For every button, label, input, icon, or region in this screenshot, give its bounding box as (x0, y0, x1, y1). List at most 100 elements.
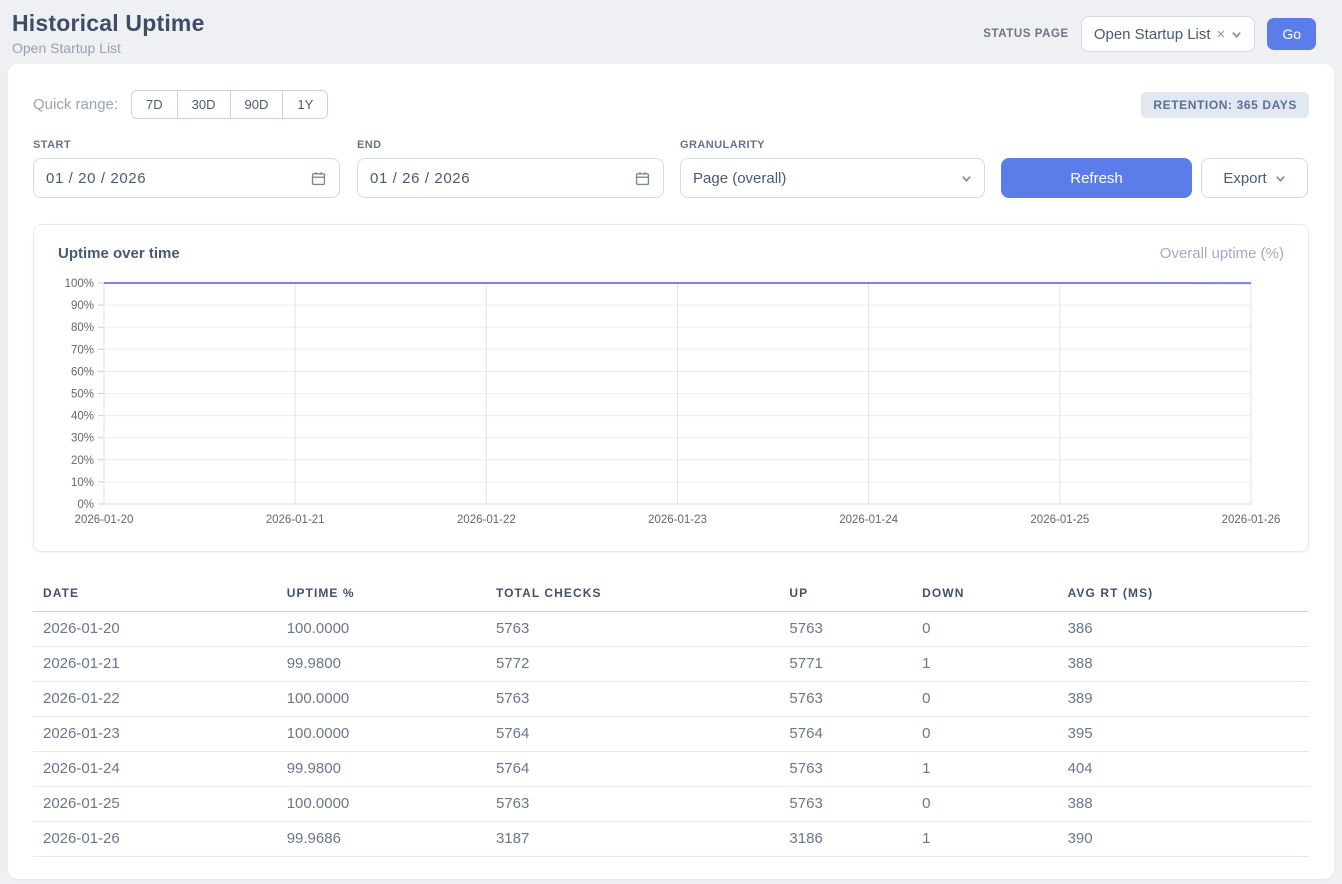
table-cell: 2026-01-20 (33, 612, 277, 647)
chart-legend: Overall uptime (%) (1160, 245, 1284, 262)
table-cell: 1 (912, 822, 1057, 857)
table-cell: 100.0000 (277, 682, 486, 717)
svg-text:70%: 70% (71, 344, 94, 356)
table-cell: 0 (912, 682, 1057, 717)
export-button[interactable]: Export (1201, 158, 1308, 198)
end-date-label: END (357, 139, 663, 151)
table-cell: 5764 (486, 717, 779, 752)
svg-text:20%: 20% (71, 455, 94, 467)
granularity-select[interactable]: Page (overall) (680, 158, 985, 198)
uptime-chart-card: Uptime over time Overall uptime (%) 0%10… (33, 224, 1309, 552)
svg-text:40%: 40% (71, 411, 94, 423)
table-cell: 1 (912, 752, 1057, 787)
table-cell: 5771 (779, 647, 912, 682)
calendar-icon[interactable] (634, 170, 651, 187)
table-cell: 5763 (486, 612, 779, 647)
start-date-input[interactable]: 01 / 20 / 2026 (33, 158, 340, 198)
svg-text:2026-01-21: 2026-01-21 (266, 514, 325, 526)
table-cell: 5763 (779, 787, 912, 822)
table-cell: 404 (1058, 752, 1309, 787)
granularity-label: GRANULARITY (680, 139, 985, 151)
table-row: 2026-01-23100.0000576457640395 (33, 717, 1309, 752)
quick-range-1y-button[interactable]: 1Y (282, 91, 327, 118)
table-body: 2026-01-20100.00005763576303862026-01-21… (33, 612, 1309, 857)
chevron-down-icon (961, 173, 972, 184)
status-page-selected-value: Open Startup List (1094, 26, 1211, 43)
header-right: STATUS PAGE Open Startup List × Go (983, 16, 1316, 52)
column-header-avg-rt: AVG RT (MS) (1058, 576, 1309, 612)
table-cell: 2026-01-22 (33, 682, 277, 717)
table-cell: 3187 (486, 822, 779, 857)
table-row: 2026-01-22100.0000576357630389 (33, 682, 1309, 717)
svg-text:100%: 100% (65, 278, 94, 290)
table-cell: 5763 (779, 612, 912, 647)
table-cell: 5772 (486, 647, 779, 682)
quick-range-7d-button[interactable]: 7D (132, 91, 177, 118)
chart-title: Uptime over time (58, 245, 180, 262)
table-cell: 3186 (779, 822, 912, 857)
svg-text:10%: 10% (71, 477, 94, 489)
export-button-label: Export (1223, 170, 1266, 187)
table-cell: 5763 (779, 752, 912, 787)
table-cell: 99.9686 (277, 822, 486, 857)
table-cell: 386 (1058, 612, 1309, 647)
column-header-date: DATE (33, 576, 277, 612)
svg-text:2026-01-23: 2026-01-23 (648, 514, 707, 526)
calendar-icon[interactable] (310, 170, 327, 187)
start-date-field: START 01 / 20 / 2026 (33, 139, 340, 198)
table-header: DATE UPTIME % TOTAL CHECKS UP DOWN AVG R… (33, 576, 1309, 612)
svg-text:2026-01-20: 2026-01-20 (75, 514, 134, 526)
quick-range-30d-button[interactable]: 30D (177, 91, 230, 118)
uptime-line-chart: 0%10%20%30%40%50%60%70%80%90%100%2026-01… (58, 276, 1284, 537)
chevron-down-icon (1275, 173, 1286, 184)
chart-canvas: 0%10%20%30%40%50%60%70%80%90%100%2026-01… (58, 276, 1284, 532)
table-cell: 0 (912, 787, 1057, 822)
table-cell: 390 (1058, 822, 1309, 857)
column-header-uptime: UPTIME % (277, 576, 486, 612)
svg-text:80%: 80% (71, 322, 94, 334)
chart-header: Uptime over time Overall uptime (%) (58, 245, 1284, 262)
table-cell: 5763 (486, 682, 779, 717)
table-cell: 388 (1058, 647, 1309, 682)
page-subtitle: Open Startup List (12, 40, 205, 56)
table-cell: 0 (912, 717, 1057, 752)
end-date-field: END 01 / 26 / 2026 (357, 139, 663, 198)
table-cell: 5764 (779, 717, 912, 752)
filters-row: START 01 / 20 / 2026 END 01 / 26 / 2026 … (33, 139, 1309, 198)
table-cell: 5764 (486, 752, 779, 787)
svg-text:2026-01-26: 2026-01-26 (1222, 514, 1281, 526)
table-cell: 5763 (779, 682, 912, 717)
svg-text:90%: 90% (71, 300, 94, 312)
column-header-up: UP (779, 576, 912, 612)
end-date-input[interactable]: 01 / 26 / 2026 (357, 158, 664, 198)
refresh-button[interactable]: Refresh (1001, 158, 1192, 198)
quick-range-90d-button[interactable]: 90D (230, 91, 283, 118)
page-title: Historical Uptime (12, 10, 205, 37)
table-cell: 389 (1058, 682, 1309, 717)
start-date-value: 01 / 20 / 2026 (46, 170, 146, 187)
quick-range-row: Quick range: 7D 30D 90D 1Y RETENTION: 36… (33, 90, 1309, 119)
go-button[interactable]: Go (1267, 18, 1316, 50)
table-row: 2026-01-25100.0000576357630388 (33, 787, 1309, 822)
status-page-label: STATUS PAGE (983, 28, 1069, 40)
table-cell: 99.9800 (277, 752, 486, 787)
clear-icon[interactable]: × (1217, 27, 1226, 42)
svg-text:50%: 50% (71, 389, 94, 401)
table-cell: 100.0000 (277, 787, 486, 822)
table-cell: 2026-01-25 (33, 787, 277, 822)
table-cell: 2026-01-23 (33, 717, 277, 752)
start-date-label: START (33, 139, 340, 151)
status-page-select[interactable]: Open Startup List × (1081, 16, 1256, 52)
table-cell: 5763 (486, 787, 779, 822)
table-cell: 99.9800 (277, 647, 486, 682)
uptime-table: DATE UPTIME % TOTAL CHECKS UP DOWN AVG R… (33, 576, 1309, 857)
top-header: Historical Uptime Open Startup List STAT… (0, 0, 1342, 64)
column-header-total-checks: TOTAL CHECKS (486, 576, 779, 612)
table-row: 2026-01-2199.9800577257711388 (33, 647, 1309, 682)
quick-range-label: Quick range: (33, 96, 118, 113)
svg-text:2026-01-25: 2026-01-25 (1030, 514, 1089, 526)
svg-text:2026-01-22: 2026-01-22 (457, 514, 516, 526)
granularity-selected-value: Page (overall) (693, 170, 786, 187)
table-cell: 388 (1058, 787, 1309, 822)
main-panel: Quick range: 7D 30D 90D 1Y RETENTION: 36… (8, 64, 1334, 879)
